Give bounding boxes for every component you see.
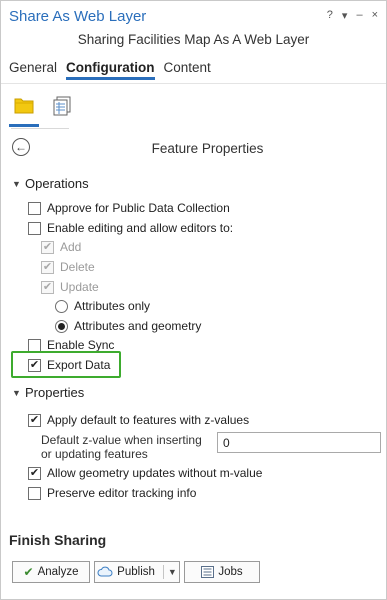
publish-split-divider <box>162 565 164 579</box>
options-dropdown-icon[interactable]: ▾ <box>342 9 348 22</box>
check-icon: ✔ <box>23 565 34 579</box>
operations-section-header[interactable]: ▼ Operations <box>12 176 89 191</box>
jobs-list-icon <box>201 566 215 578</box>
apply-default-z-checkbox[interactable] <box>28 413 41 427</box>
feature-properties-title: Feature Properties <box>151 141 264 156</box>
delete-checkbox <box>41 260 54 274</box>
pane-subtitle: Sharing Facilities Map As A Web Layer <box>77 32 310 47</box>
approve-public-row[interactable]: Approve for Public Data Collection <box>28 201 230 215</box>
attributes-only-label: Attributes only <box>74 299 151 313</box>
allow-geometry-updates-label: Allow geometry updates without m-value <box>47 466 263 480</box>
add-label: Add <box>60 240 82 254</box>
export-data-label: Export Data <box>47 358 111 372</box>
subtab-layers[interactable] <box>9 95 39 127</box>
default-z-value-input[interactable] <box>217 432 381 453</box>
publish-label: Publish <box>117 566 155 578</box>
analyze-button[interactable]: ✔ Analyze <box>12 561 90 583</box>
operations-label: Operations <box>25 176 89 191</box>
add-checkbox <box>41 240 54 254</box>
preserve-tracking-row[interactable]: Preserve editor tracking info <box>28 486 196 500</box>
apply-default-z-row[interactable]: Apply default to features with z-values <box>28 413 249 427</box>
share-as-web-layer-pane: Share As Web Layer ? ▾ – × Sharing Facil… <box>0 0 387 600</box>
chevron-down-icon[interactable]: ▼ <box>168 567 177 577</box>
analyze-label: Analyze <box>37 566 79 578</box>
enable-sync-row[interactable]: Enable Sync <box>28 338 114 352</box>
cloud-upload-icon <box>97 566 113 577</box>
tab-content[interactable]: Content <box>164 60 211 80</box>
finish-sharing-header: Finish Sharing <box>9 532 107 548</box>
subtab-feature-table[interactable] <box>49 95 75 123</box>
publish-button[interactable]: Publish ▼ <box>94 561 180 583</box>
chevron-down-icon: ▼ <box>12 178 21 189</box>
enable-sync-label: Enable Sync <box>47 338 115 352</box>
chevron-down-icon: ▼ <box>12 387 21 398</box>
tab-configuration[interactable]: Configuration <box>66 60 155 80</box>
delete-row: Delete <box>41 260 95 274</box>
approve-public-label: Approve for Public Data Collection <box>47 201 230 215</box>
preserve-tracking-checkbox[interactable] <box>28 486 41 500</box>
main-tabs: General Configuration Content <box>9 60 211 80</box>
update-row: Update <box>41 280 99 294</box>
attributes-geometry-radio[interactable] <box>55 319 68 333</box>
pane-title: Share As Web Layer <box>9 8 147 25</box>
tab-general[interactable]: General <box>9 60 57 80</box>
allow-geometry-updates-row[interactable]: Allow geometry updates without m-value <box>28 466 262 480</box>
allow-geometry-updates-checkbox[interactable] <box>28 466 41 480</box>
apply-default-z-label: Apply default to features with z-values <box>47 413 250 427</box>
enable-editing-row[interactable]: Enable editing and allow editors to: <box>28 221 233 235</box>
subtabs-divider <box>11 128 69 129</box>
tabs-divider <box>1 83 386 84</box>
default-z-value-label: Default z-value when inserting or updati… <box>41 433 202 461</box>
update-label: Update <box>60 280 99 294</box>
window-controls: ? ▾ – × <box>327 9 378 22</box>
add-row: Add <box>41 240 81 254</box>
configuration-subtabs <box>9 95 75 127</box>
attributes-only-row[interactable]: Attributes only <box>55 299 150 313</box>
properties-section-header[interactable]: ▼ Properties <box>12 385 84 400</box>
help-icon[interactable]: ? <box>327 9 333 22</box>
feature-table-icon <box>53 96 71 116</box>
export-data-checkbox[interactable] <box>28 358 41 372</box>
attributes-geometry-row[interactable]: Attributes and geometry <box>55 319 201 333</box>
enable-editing-label: Enable editing and allow editors to: <box>47 221 234 235</box>
jobs-label: Jobs <box>218 566 243 578</box>
close-icon[interactable]: × <box>372 9 378 22</box>
export-data-row[interactable]: Export Data <box>28 358 110 372</box>
enable-editing-checkbox[interactable] <box>28 221 41 235</box>
minimize-icon[interactable]: – <box>356 9 362 22</box>
delete-label: Delete <box>60 260 95 274</box>
properties-label: Properties <box>25 385 85 400</box>
attributes-geometry-label: Attributes and geometry <box>74 319 202 333</box>
attributes-only-radio[interactable] <box>55 299 68 313</box>
enable-sync-checkbox[interactable] <box>28 338 41 352</box>
update-checkbox <box>41 280 54 294</box>
approve-public-checkbox[interactable] <box>28 201 41 215</box>
layers-folder-icon <box>14 98 34 114</box>
preserve-tracking-label: Preserve editor tracking info <box>47 486 197 500</box>
jobs-button[interactable]: Jobs <box>184 561 260 583</box>
